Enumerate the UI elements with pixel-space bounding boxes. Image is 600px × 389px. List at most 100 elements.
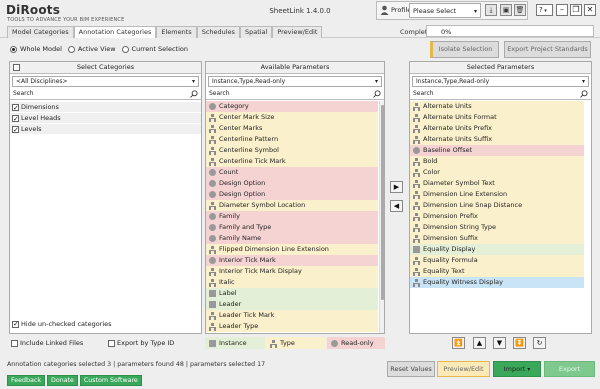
parameter-row[interactable]: Center Marks <box>206 123 378 134</box>
add-parameter-button[interactable]: ▶ <box>390 181 403 193</box>
parameter-row[interactable]: Equality Formula <box>410 255 584 266</box>
parameter-row[interactable]: Bold <box>410 156 584 167</box>
export-by-type-toggle[interactable]: Export by Type ID <box>108 339 174 347</box>
parameter-row[interactable]: Baseline Offset <box>410 145 584 156</box>
parameter-row[interactable]: Diameter Symbol Text <box>410 178 584 189</box>
save-profile-button[interactable]: ▣ <box>500 4 512 16</box>
include-linked-toggle[interactable]: Include Linked Files <box>11 339 83 347</box>
parameter-row[interactable]: Alternate Units Prefix <box>410 123 584 134</box>
remove-parameter-button[interactable]: ◀ <box>390 200 403 212</box>
parameter-row[interactable]: Flipped Dimension Line Extension <box>206 244 378 255</box>
checkbox-checked[interactable] <box>12 125 19 135</box>
parameter-row[interactable]: Centerline Pattern <box>206 134 378 145</box>
parameter-row[interactable]: Color <box>410 167 584 178</box>
parameter-row[interactable]: Equality Text <box>410 266 584 277</box>
reset-values-button[interactable]: Reset Values <box>387 361 435 377</box>
parameter-row[interactable]: Design Option <box>206 189 378 200</box>
select-all-checkbox[interactable] <box>13 64 20 71</box>
tab-annotation-categories[interactable]: Annotation Categories <box>73 26 157 38</box>
parameter-row[interactable]: Center Mark Size <box>206 112 378 123</box>
checkbox-checked[interactable] <box>12 320 19 328</box>
scope-whole-model[interactable]: Whole Model <box>10 45 62 53</box>
parameter-row[interactable]: Category <box>206 101 378 112</box>
feedback-link[interactable]: Feedback <box>7 375 45 386</box>
discipline-dropdown[interactable]: <All Disciplines> ▾ <box>12 76 199 87</box>
checkbox-checked[interactable] <box>12 114 19 124</box>
parameter-row[interactable]: Dimension Prefix <box>410 211 584 222</box>
tab-spatial[interactable]: Spatial <box>239 26 273 38</box>
move-bottom-button[interactable]: ⏬ <box>513 337 526 349</box>
parameter-row[interactable]: Alternate Units Format <box>410 112 584 123</box>
parameter-row[interactable]: Family <box>206 211 378 222</box>
download-profile-button[interactable]: ⤓ <box>485 4 497 16</box>
parameter-row[interactable]: Equality Witness Display <box>410 277 584 288</box>
refresh-button[interactable]: ↻ <box>533 337 546 349</box>
hide-unchecked-toggle[interactable]: Hide un-checked categories <box>12 320 112 328</box>
parameter-row[interactable]: Centerline Symbol <box>206 145 378 156</box>
preview-edit-button[interactable]: Preview/Edit <box>437 361 490 377</box>
parameter-row[interactable]: Interior Tick Mark Display <box>206 266 378 277</box>
selected-search-input[interactable]: Search <box>410 89 591 100</box>
parameter-row[interactable]: Equality Display <box>410 244 584 255</box>
move-top-button[interactable]: ⏫ <box>452 337 465 349</box>
parameter-label: Diameter Symbol Text <box>423 179 495 187</box>
parameter-row[interactable]: Centerline Tick Mark <box>206 156 378 167</box>
type-icon <box>413 125 420 133</box>
parameter-row[interactable]: Interior Tick Mark <box>206 255 378 266</box>
parameter-row[interactable]: Dimension Line Extension <box>410 189 584 200</box>
isolate-selection-button[interactable]: Isolate Selection <box>430 41 499 58</box>
parameter-row[interactable]: Label <box>206 288 378 299</box>
parameter-label: Leader Tick Mark <box>219 311 275 319</box>
custom-software-link[interactable]: Custom Software <box>79 375 142 386</box>
parameter-row[interactable]: Dimension Suffix <box>410 233 584 244</box>
parameter-row[interactable]: Family and Type <box>206 222 378 233</box>
parameter-row[interactable]: Dimension String Type <box>410 222 584 233</box>
scope-current-selection[interactable]: Current Selection <box>121 45 188 53</box>
parameter-row[interactable]: Italic <box>206 277 378 288</box>
parameter-label: Bold <box>423 157 438 165</box>
tab-model-categories[interactable]: Model Categories <box>7 26 74 38</box>
checkbox[interactable] <box>11 339 18 347</box>
move-down-button[interactable]: ▼ <box>493 337 506 349</box>
parameter-row[interactable]: Leader <box>206 299 378 310</box>
category-item[interactable]: Dimensions <box>10 102 201 113</box>
parameter-label: Alternate Units <box>423 102 472 110</box>
move-up-button[interactable]: ▲ <box>473 337 486 349</box>
category-item[interactable]: Level Heads <box>10 113 201 124</box>
tab-preview-edit[interactable]: Preview/Edit <box>272 26 323 38</box>
category-item[interactable]: Levels <box>10 124 201 135</box>
profile-select[interactable]: Please Select ▾ <box>409 3 481 18</box>
restore-button[interactable]: ❐ <box>570 4 582 16</box>
available-search-input[interactable]: Search <box>206 89 384 100</box>
tab-elements[interactable]: Elements <box>156 26 197 38</box>
parameter-row[interactable]: Alternate Units <box>410 101 584 112</box>
parameter-row[interactable]: Leader Type <box>206 321 378 332</box>
export-button[interactable]: Export <box>544 361 595 377</box>
parameter-row[interactable]: Alternate Units Suffix <box>410 134 584 145</box>
checkbox-checked[interactable] <box>12 103 19 113</box>
parameter-row[interactable]: Dimension Line Snap Distance <box>410 200 584 211</box>
minimize-button[interactable]: – <box>556 4 568 16</box>
readonly-icon <box>209 180 216 187</box>
export-project-standards-button[interactable]: Export Project Standards <box>504 41 591 58</box>
parameter-row[interactable]: Leader Tick Mark <box>206 310 378 321</box>
scope-active-view[interactable]: Active View <box>67 45 116 53</box>
parameter-row[interactable]: Family Name <box>206 233 378 244</box>
parameter-row[interactable]: Diameter Symbol Location <box>206 200 378 211</box>
tab-schedules[interactable]: Schedules <box>196 26 240 38</box>
categories-search-input[interactable]: Search <box>10 89 201 100</box>
parameter-row[interactable]: Design Option <box>206 178 378 189</box>
scrollbar-thumb[interactable] <box>381 105 384 300</box>
available-filter-dropdown[interactable]: Instance,Type,Read-only ▾ <box>208 76 382 87</box>
type-icon <box>413 158 420 166</box>
available-scrollbar[interactable] <box>379 101 384 333</box>
donate-link[interactable]: Donate <box>47 375 78 386</box>
parameter-row[interactable]: Count <box>206 167 378 178</box>
import-button[interactable]: Import ▾ <box>493 361 541 377</box>
delete-profile-button[interactable]: 🗑 <box>514 4 526 16</box>
help-button[interactable]: ? ▾ <box>536 4 553 16</box>
selected-filter-dropdown[interactable]: Instance,Type,Read-only ▾ <box>412 76 589 87</box>
close-button[interactable]: ✕ <box>584 4 596 16</box>
close-icon: ✕ <box>586 5 594 14</box>
checkbox[interactable] <box>108 339 115 347</box>
